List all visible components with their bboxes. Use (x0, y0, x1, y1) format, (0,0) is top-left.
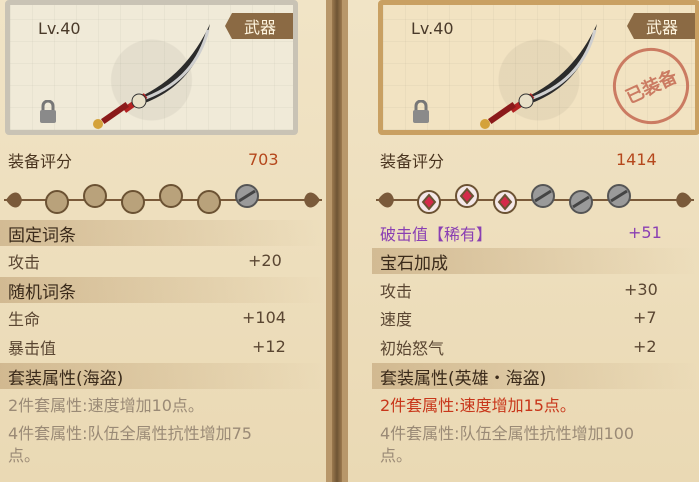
attr-label: 攻击 (380, 281, 413, 301)
score-label: 装备评分 (8, 151, 73, 171)
attr-value: +12 (252, 337, 286, 356)
attr-row: 攻击 +20 (8, 247, 298, 274)
set-bonus-2: 2件套属性:速度增加15点。 (380, 396, 576, 415)
weapon-type-tag: 武器 (627, 13, 695, 39)
attr-row: 生命 +104 (8, 304, 298, 331)
right-weapon-card[interactable]: Lv.40 武器 已装备 (378, 0, 699, 135)
scimitar-icon (92, 24, 210, 129)
attr-row: 暴击值 +12 (8, 333, 298, 360)
left-weapon-card[interactable]: Lv.40 武器 (5, 0, 298, 135)
lock-icon[interactable] (38, 100, 58, 124)
score-value: 703 (248, 150, 279, 169)
attr-value: +2 (633, 337, 657, 356)
attr-value: +51 (628, 223, 662, 242)
set-attributes-header: 套装属性(英雄・海盗) (372, 363, 698, 389)
gem-slot-row (0, 183, 326, 217)
attr-label: 速度 (380, 309, 413, 329)
attr-label: 暴击值 (8, 338, 57, 358)
weapon-type-tag: 武器 (225, 13, 293, 39)
gem-bonus-header: 宝石加成 (372, 248, 698, 274)
ornament-divider (4, 184, 322, 214)
attr-row: 攻击 +30 (380, 276, 690, 303)
set-attributes-header: 套装属性(海盗) (0, 363, 326, 389)
gem-slot-filled (417, 184, 517, 214)
set-bonus-4-cont: 点。 (8, 446, 41, 465)
attr-value: +104 (242, 308, 286, 327)
set-bonus-2: 2件套属性:速度增加10点。 (8, 396, 204, 415)
attr-value: +20 (248, 251, 282, 270)
score-label: 装备评分 (380, 151, 445, 171)
score-row: 装备评分 703 (8, 146, 298, 173)
right-equipment-panel: Lv.40 武器 已装备 装备评分 1414 破击值【稀有】 +51 宝石加成 … (342, 0, 699, 482)
scimitar-icon (480, 24, 597, 129)
left-equipment-panel: Lv.40 武器 装备评分 703 固定词条 攻击 +20 随机词条 生命 +1… (0, 0, 332, 482)
set-bonus-4-cont: 点。 (380, 446, 413, 465)
fixed-attributes-header: 固定词条 (0, 220, 326, 246)
gem-slot-locked (531, 184, 631, 214)
gem-slot-locked (235, 184, 259, 208)
rare-attr-row: 破击值【稀有】 +51 (380, 219, 690, 246)
set-bonus-4: 4件套属性:队伍全属性抗性增加75 (8, 424, 252, 443)
set-bonus-4: 4件套属性:队伍全属性抗性增加100 (380, 424, 635, 443)
attr-value: +30 (624, 280, 658, 299)
lock-icon[interactable] (411, 100, 431, 124)
attr-label: 生命 (8, 309, 41, 329)
gem-slot-row (372, 183, 698, 217)
attr-row: 速度 +7 (380, 304, 690, 331)
attr-label: 破击值【稀有】 (380, 224, 493, 244)
attr-label: 攻击 (8, 252, 41, 272)
attr-label: 初始怒气 (380, 338, 445, 358)
attr-row: 初始怒气 +2 (380, 333, 690, 360)
level-label: Lv.40 (411, 19, 454, 38)
attr-value: +7 (633, 308, 657, 327)
level-label: Lv.40 (38, 19, 81, 38)
ornament-divider (376, 184, 694, 214)
random-attributes-header: 随机词条 (0, 277, 326, 303)
panel-divider (332, 0, 342, 482)
score-value: 1414 (616, 150, 657, 169)
score-row: 装备评分 1414 (380, 146, 690, 173)
